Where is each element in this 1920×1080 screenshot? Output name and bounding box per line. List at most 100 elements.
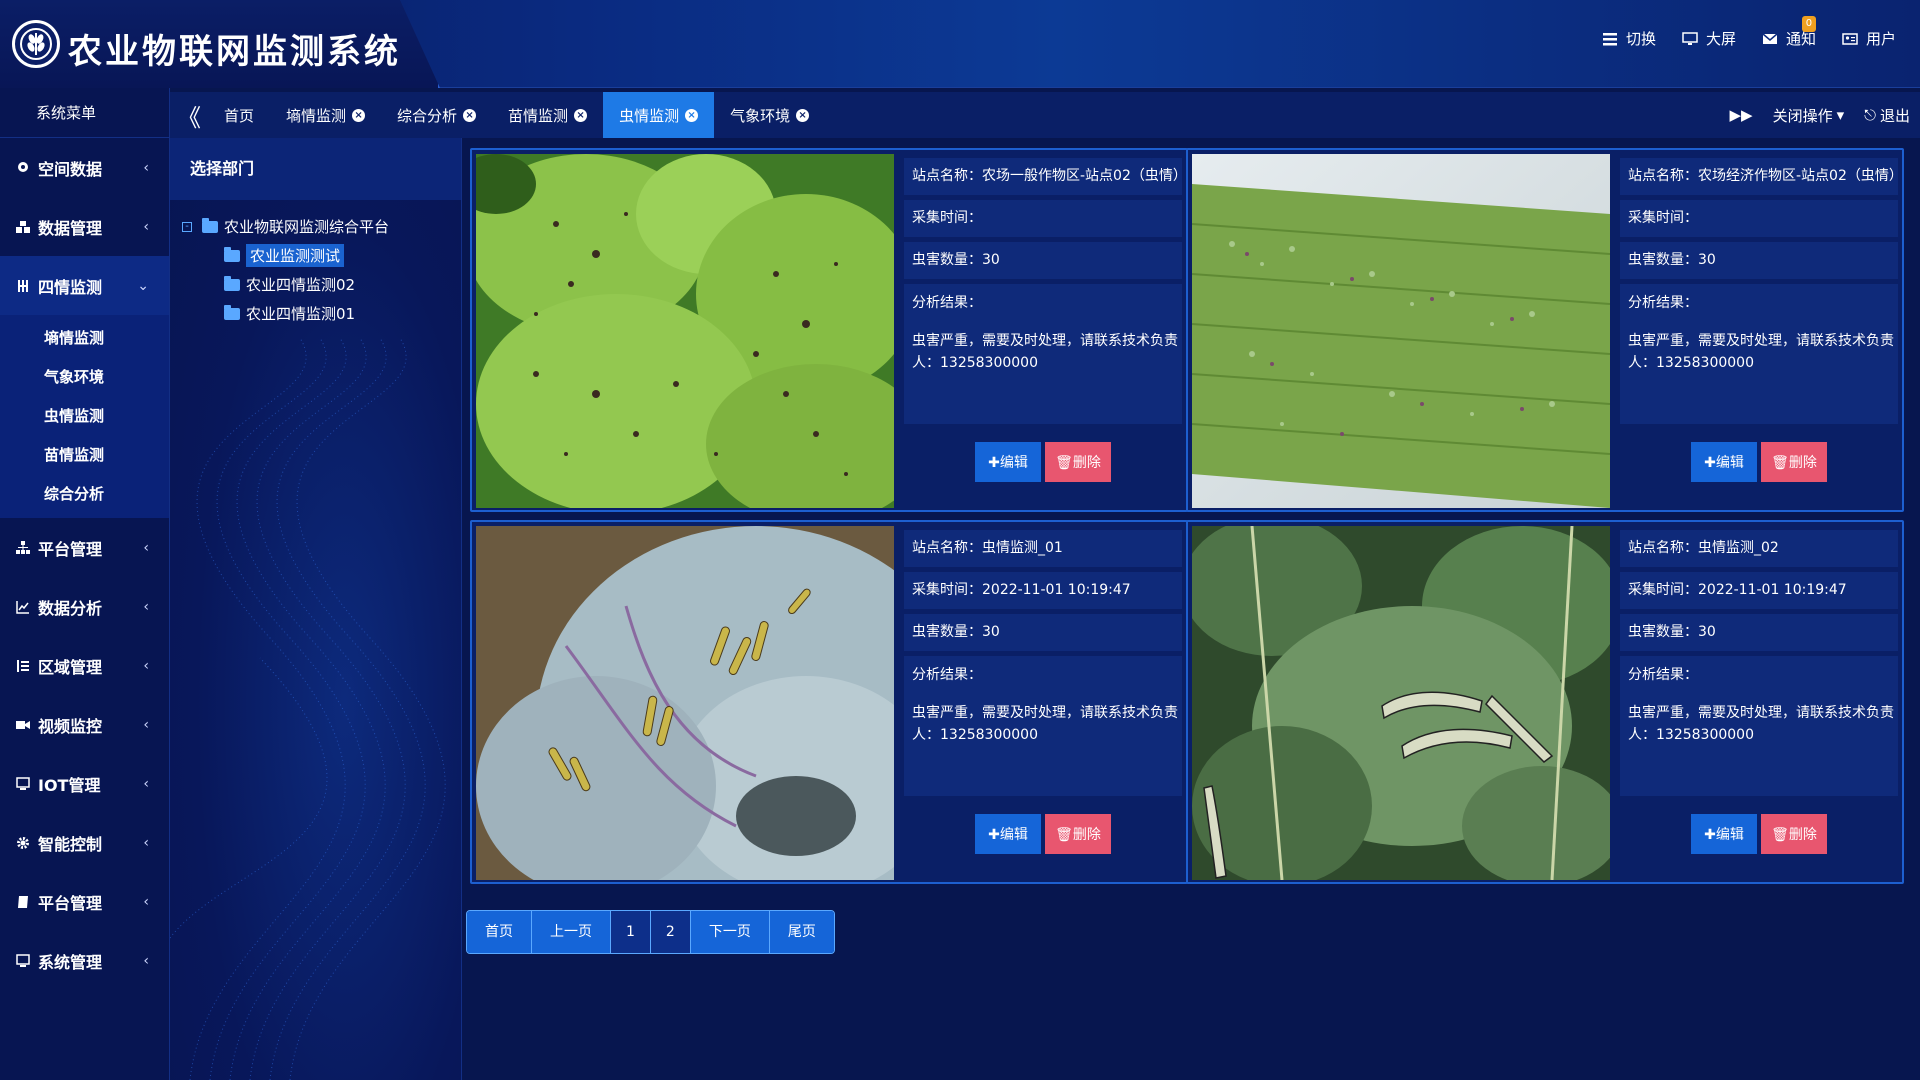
video-camera-icon: [16, 718, 30, 732]
monitor-icon: [16, 953, 30, 968]
tab-weather[interactable]: 气象环境 ×: [714, 92, 825, 138]
dept-tree: - 农业物联网监测综合平台 农业监测测试 农业四情监测02 农业四情监测01: [170, 200, 461, 328]
count-field: 虫害数量：30: [904, 242, 1182, 279]
caterpillar-photo: [1192, 526, 1610, 880]
pest-info: 站点名称：农场一般作物区-站点02（虫情） 采集时间： 虫害数量：30 分析结果…: [904, 158, 1182, 429]
sidebar-sub-weather[interactable]: 气象环境: [0, 358, 169, 397]
tree-collapse-icon[interactable]: -: [182, 221, 192, 232]
big-screen-button[interactable]: 大屏: [1682, 28, 1736, 49]
delete-button[interactable]: 🗑删除: [1761, 442, 1827, 482]
result-field: 分析结果： 虫害严重，需要及时处理，请联系技术负责人：13258300000: [1620, 656, 1898, 796]
pest-photo: [476, 526, 894, 880]
tree-node-root[interactable]: - 农业物联网监测综合平台: [182, 212, 461, 241]
sidebar-item-region[interactable]: 区域管理 ‹: [0, 636, 169, 695]
notify-button[interactable]: 通知 0: [1762, 16, 1816, 49]
pagination: 首页 上一页 1 2 下一页 尾页: [466, 910, 835, 954]
delete-button[interactable]: 🗑删除: [1045, 814, 1111, 854]
tree-node-child[interactable]: 农业四情监测01: [182, 299, 461, 328]
pest-info: 站点名称：农场经济作物区-站点02（虫情） 采集时间： 虫害数量：30 分析结果…: [1620, 158, 1898, 429]
logout-button[interactable]: ⎋ 退出: [1864, 105, 1910, 126]
sidebar-sub-pest[interactable]: 虫情监测: [0, 397, 169, 436]
sidebar-item-platform[interactable]: 平台管理 ‹: [0, 518, 169, 577]
cabbage-photo: [476, 526, 894, 880]
page-1-button[interactable]: 1: [611, 911, 651, 953]
sidebar: 系统菜单 空间数据 ‹ 数据管理 ‹ 四情监测 ⌄ 墒情监测 气象环境 虫情监测 苗情…: [0, 88, 170, 1080]
page-first-button[interactable]: 首页: [467, 911, 532, 953]
pest-card: 站点名称：虫情监测_01 采集时间：2022-11-01 10:19:47 虫害…: [470, 520, 1188, 884]
line-chart-icon: [16, 600, 30, 614]
tab-soil[interactable]: 墒情监测 ×: [270, 92, 381, 138]
page-last-button[interactable]: 尾页: [769, 911, 834, 953]
collapse-tabs-button[interactable]: 《: [170, 92, 208, 138]
tab-analysis[interactable]: 综合分析 ×: [381, 92, 492, 138]
top-actions: 切换 大屏 通知 0 用户: [1602, 16, 1896, 49]
edit-button[interactable]: ✚编辑: [975, 814, 1041, 854]
chevron-down-icon: ⌄: [137, 277, 149, 294]
pest-card: 站点名称：农场经济作物区-站点02（虫情） 采集时间： 虫害数量：30 分析结果…: [1186, 148, 1904, 512]
list-ol-icon: [16, 659, 30, 673]
delete-button[interactable]: 🗑删除: [1045, 442, 1111, 482]
sidebar-item-spatial[interactable]: 空间数据 ‹: [0, 138, 169, 197]
tab-pest[interactable]: 虫情监测 ×: [603, 92, 715, 138]
close-icon[interactable]: ×: [463, 108, 477, 122]
pest-photo: [1192, 526, 1610, 880]
result-field: 分析结果： 虫害严重，需要及时处理，请联系技术负责人：13258300000: [1620, 284, 1898, 424]
user-button[interactable]: 用户: [1842, 28, 1896, 49]
list-icon: [1602, 32, 1617, 45]
edit-button[interactable]: ✚编辑: [975, 442, 1041, 482]
close-ops-dropdown[interactable]: 关闭操作 ▾: [1773, 105, 1845, 126]
chevron-left-icon: ‹: [143, 893, 149, 910]
edit-button[interactable]: ✚编辑: [1691, 442, 1757, 482]
switch-button[interactable]: 切换: [1602, 28, 1656, 49]
folder-icon: [224, 304, 240, 320]
tree-node-child[interactable]: 农业监测测试: [182, 241, 461, 270]
sidebar-item-video[interactable]: 视频监控 ‹: [0, 695, 169, 754]
monitor-icon: [1682, 31, 1698, 45]
card-actions: ✚编辑 🗑删除: [1620, 814, 1898, 854]
chevron-left-icon: ‹: [143, 539, 149, 556]
pest-photo: [476, 154, 894, 508]
folder-icon: [224, 275, 240, 291]
logout-icon: ⎋: [1864, 106, 1876, 124]
sitemap-icon: [16, 540, 30, 555]
sidebar-item-four-monitor[interactable]: 四情监测 ⌄: [0, 256, 169, 315]
sidebar-item-platform-2[interactable]: 平台管理 ‹: [0, 872, 169, 931]
tab-bar: 《 首页 墒情监测 × 综合分析 × 苗情监测 × 虫情监测 × 气象环境 × ▶▶ 关闭…: [170, 92, 1920, 138]
delete-button[interactable]: 🗑删除: [1761, 814, 1827, 854]
count-field: 虫害数量：30: [1620, 614, 1898, 651]
page-prev-button[interactable]: 上一页: [532, 911, 611, 953]
tab-home[interactable]: 首页: [208, 92, 270, 138]
sidebar-item-analysis[interactable]: 数据分析 ‹: [0, 577, 169, 636]
chevron-left-icon: ‹: [143, 834, 149, 851]
page-next-button[interactable]: 下一页: [690, 911, 770, 953]
count-field: 虫害数量：30: [1620, 242, 1898, 279]
sidebar-sub-soil[interactable]: 墒情监测: [0, 319, 169, 358]
sidebar-item-system[interactable]: 系统管理 ‹: [0, 931, 169, 990]
sidebar-item-smart-control[interactable]: 智能控制 ‹: [0, 813, 169, 872]
sidebar-item-data-mgmt[interactable]: 数据管理 ‹: [0, 197, 169, 256]
tab-seedling[interactable]: 苗情监测 ×: [492, 92, 603, 138]
cubes-icon: [16, 220, 30, 234]
double-chevron-left-icon: 《: [177, 103, 201, 132]
close-icon[interactable]: ×: [796, 108, 810, 122]
sidebar-sub-analysis[interactable]: 综合分析: [0, 475, 169, 514]
close-icon[interactable]: ×: [352, 108, 366, 122]
close-icon[interactable]: ×: [574, 108, 588, 122]
chevron-left-icon: ‹: [143, 218, 149, 235]
sidebar-item-iot[interactable]: IOT管理 ‹: [0, 754, 169, 813]
aphids-photo: [1192, 154, 1610, 508]
page-2-button[interactable]: 2: [650, 911, 691, 953]
sidebar-sub-seedling[interactable]: 苗情监测: [0, 436, 169, 475]
pest-photo: [1192, 154, 1610, 508]
tree-node-child[interactable]: 农业四情监测02: [182, 270, 461, 299]
scroll-tabs-right-button[interactable]: ▶▶: [1729, 106, 1752, 124]
cog-icon: [16, 836, 30, 850]
edit-button[interactable]: ✚编辑: [1691, 814, 1757, 854]
chevron-left-icon: ‹: [143, 716, 149, 733]
chevron-left-icon: ‹: [143, 159, 149, 176]
close-icon[interactable]: ×: [685, 108, 699, 122]
app-header: 农业物联网监测系统 切换 大屏 通知 0 用户: [0, 0, 1920, 88]
chevron-left-icon: ‹: [143, 952, 149, 969]
folder-open-icon: [202, 217, 218, 233]
user-card-icon: [1842, 32, 1858, 45]
